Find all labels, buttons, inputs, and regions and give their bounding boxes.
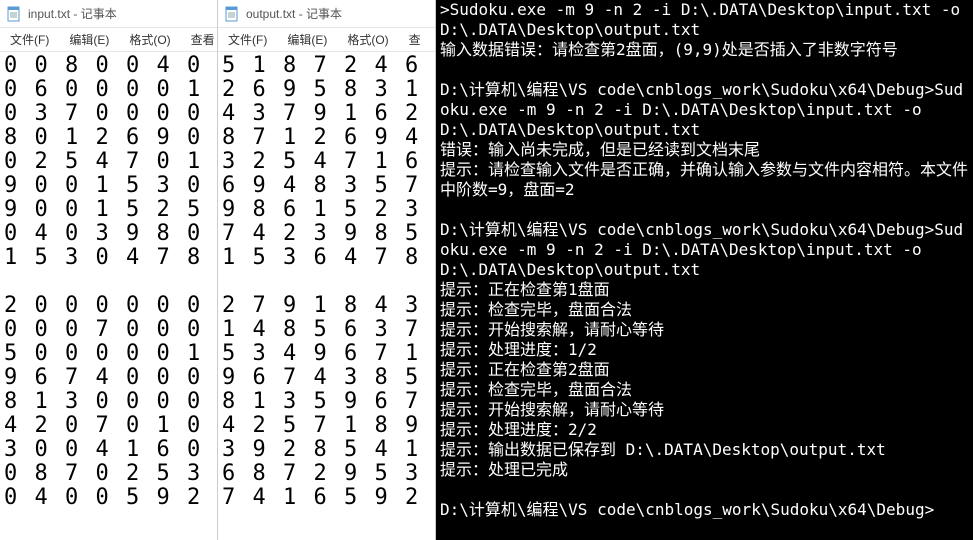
menubar: 文件(F) 编辑(E) 格式(O) 查看	[0, 28, 217, 52]
menu-edit[interactable]: 编辑(E)	[277, 31, 337, 48]
terminal-line: 提示：检查完毕，盘面合法	[440, 380, 969, 400]
terminal-line: 提示：输出数据已保存到 D:\.DATA\Desktop\output.txt	[440, 440, 969, 460]
text-content[interactable]: 0 0 8 0 0 4 0 0 9 0 6 0 0 0 0 1 0 0 0 3 …	[0, 52, 217, 540]
menu-file[interactable]: 文件(F)	[218, 31, 277, 48]
notepad-input: input.txt - 记事本 文件(F) 编辑(E) 格式(O) 查看 0 0…	[0, 0, 218, 540]
terminal-line: 提示：检查完毕，盘面合法	[440, 300, 969, 320]
menu-edit[interactable]: 编辑(E)	[59, 31, 119, 48]
terminal-line: 提示：处理进度：2/2	[440, 420, 969, 440]
notepad-icon	[6, 6, 22, 22]
terminal-line: 提示：开始搜索解，请耐心等待	[440, 400, 969, 420]
terminal-line: >Sudoku.exe -m 9 -n 2 -i D:\.DATA\Deskto…	[440, 0, 969, 40]
terminal-line: 提示：处理已完成	[440, 460, 969, 480]
window-title: output.txt - 记事本	[246, 5, 342, 22]
menubar: 文件(F) 编辑(E) 格式(O) 查	[218, 28, 435, 52]
terminal-line: 提示：处理进度：1/2	[440, 340, 969, 360]
menu-view[interactable]: 查	[399, 31, 431, 48]
terminal-line	[440, 60, 969, 80]
notepad-output: output.txt - 记事本 文件(F) 编辑(E) 格式(O) 查 5 1…	[218, 0, 436, 540]
terminal-line: 提示：正在检查第1盘面	[440, 280, 969, 300]
terminal-line: D:\计算机\编程\VS code\cnblogs_work\Sudoku\x6…	[440, 220, 969, 280]
menu-file[interactable]: 文件(F)	[0, 31, 59, 48]
titlebar[interactable]: output.txt - 记事本	[218, 0, 435, 28]
terminal-line: 提示：开始搜索解，请耐心等待	[440, 320, 969, 340]
terminal-line: D:\计算机\编程\VS code\cnblogs_work\Sudoku\x6…	[440, 500, 969, 520]
menu-format[interactable]: 格式(O)	[119, 31, 180, 48]
titlebar[interactable]: input.txt - 记事本	[0, 0, 217, 28]
terminal[interactable]: >Sudoku.exe -m 9 -n 2 -i D:\.DATA\Deskto…	[436, 0, 973, 540]
terminal-line: 输入数据错误：请检查第2盘面，(9,9)处是否插入了非数字符号	[440, 40, 969, 60]
menu-format[interactable]: 格式(O)	[337, 31, 398, 48]
terminal-line: 提示：正在检查第2盘面	[440, 360, 969, 380]
window-title: input.txt - 记事本	[28, 5, 117, 22]
terminal-line	[440, 200, 969, 220]
terminal-line: D:\计算机\编程\VS code\cnblogs_work\Sudoku\x6…	[440, 80, 969, 140]
terminal-line: 提示：请检查输入文件是否正确，并确认输入参数与文件内容相符。本文件中阶数=9，盘…	[440, 160, 969, 200]
terminal-line	[440, 480, 969, 500]
text-content[interactable]: 5 1 8 7 2 4 6 3 9 2 6 9 5 8 3 1 4 7 4 3 …	[218, 52, 435, 540]
terminal-line: 错误：输入尚未完成，但是已经读到文档末尾	[440, 140, 969, 160]
notepad-icon	[224, 6, 240, 22]
